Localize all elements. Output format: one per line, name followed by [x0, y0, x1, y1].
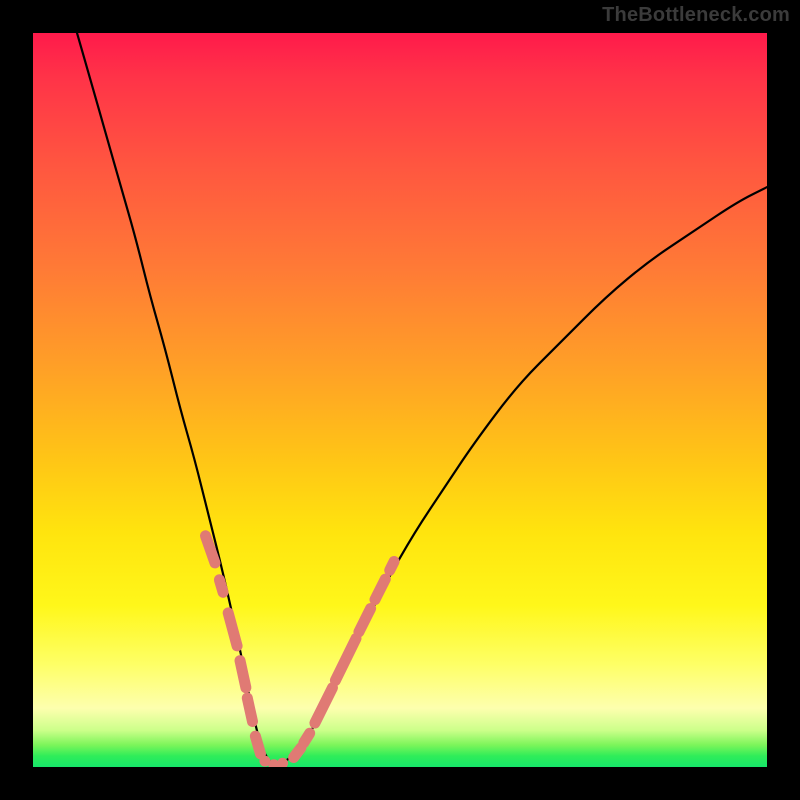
curve-layer [33, 33, 767, 767]
marker-segment [240, 661, 246, 688]
marker-segment [304, 733, 310, 743]
marker-segment [315, 688, 333, 723]
marker-segment [294, 748, 301, 758]
chart-stage: TheBottleneck.com [0, 0, 800, 800]
marker-segment [219, 580, 223, 593]
marker-segment [206, 536, 216, 563]
bottleneck-curve [77, 33, 767, 766]
watermark-text: TheBottleneck.com [602, 4, 790, 27]
plot-area [33, 33, 767, 767]
marker-segment [335, 639, 356, 681]
marker-segment [255, 736, 260, 754]
marker-segment [247, 698, 252, 722]
marker-group [206, 536, 395, 767]
marker-segment [390, 562, 394, 571]
marker-segment [359, 609, 371, 632]
marker-segment [228, 613, 237, 646]
marker-segment [375, 579, 385, 600]
